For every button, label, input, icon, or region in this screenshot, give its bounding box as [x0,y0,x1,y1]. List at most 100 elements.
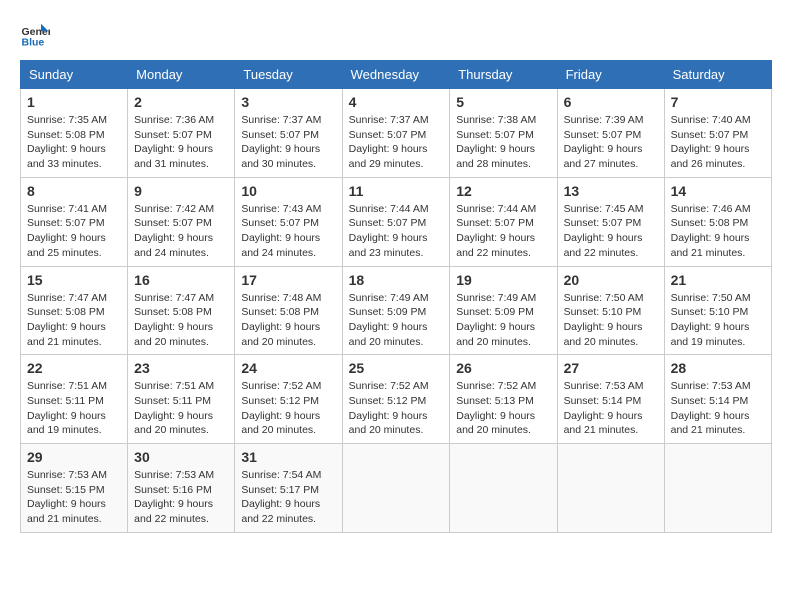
day-info: Sunrise: 7:52 AMSunset: 5:12 PMDaylight:… [349,379,444,438]
day-info: Sunrise: 7:53 AMSunset: 5:14 PMDaylight:… [564,379,658,438]
calendar-cell: 18Sunrise: 7:49 AMSunset: 5:09 PMDayligh… [342,266,450,355]
day-info: Sunrise: 7:36 AMSunset: 5:07 PMDaylight:… [134,113,228,172]
day-header-monday: Monday [128,61,235,89]
day-header-thursday: Thursday [450,61,557,89]
day-number: 15 [27,272,121,288]
day-number: 20 [564,272,658,288]
day-number: 23 [134,360,228,376]
day-info: Sunrise: 7:51 AMSunset: 5:11 PMDaylight:… [27,379,121,438]
calendar-cell: 8Sunrise: 7:41 AMSunset: 5:07 PMDaylight… [21,177,128,266]
calendar-cell: 12 Sunrise: 7:44 AMSunset: 5:07 PMDayligh… [450,177,557,266]
calendar-cell: 5 Sunrise: 7:38 AMSunset: 5:07 PMDaylight… [450,89,557,178]
day-number: 9 [134,183,228,199]
day-number: 11 [349,183,444,199]
day-number: 30 [134,449,228,465]
calendar-cell: 19 Sunrise: 7:49 AMSunset: 5:09 PMDayligh… [450,266,557,355]
calendar-week-2: 8Sunrise: 7:41 AMSunset: 5:07 PMDaylight… [21,177,772,266]
day-info: Sunrise: 7:47 AMSunset: 5:08 PMDaylight:… [134,291,228,350]
day-info: Sunrise: 7:37 AMSunset: 5:07 PMDaylight:… [349,113,444,172]
calendar-cell: 14 Sunrise: 7:46 AMSunset: 5:08 PMDayligh… [664,177,771,266]
day-info: Sunrise: 7:52 AMSunset: 5:13 PMDaylight:… [456,379,550,438]
day-info: Sunrise: 7:35 AMSunset: 5:08 PMDaylight:… [27,113,121,172]
calendar-cell: 6 Sunrise: 7:39 AMSunset: 5:07 PMDaylight… [557,89,664,178]
calendar-cell: 17 Sunrise: 7:48 AMSunset: 5:08 PMDayligh… [235,266,342,355]
calendar-week-4: 22 Sunrise: 7:51 AMSunset: 5:11 PMDayligh… [21,355,772,444]
day-number: 17 [241,272,335,288]
day-number: 7 [671,94,765,110]
day-number: 25 [349,360,444,376]
day-number: 26 [456,360,550,376]
day-info: Sunrise: 7:53 AMSunset: 5:14 PMDaylight:… [671,379,765,438]
day-info: Sunrise: 7:53 AMSunset: 5:15 PMDaylight:… [27,468,121,527]
day-number: 21 [671,272,765,288]
calendar-week-5: 29 Sunrise: 7:53 AMSunset: 5:15 PMDayligh… [21,444,772,533]
day-header-saturday: Saturday [664,61,771,89]
day-info: Sunrise: 7:51 AMSunset: 5:11 PMDaylight:… [134,379,228,438]
day-info: Sunrise: 7:50 AMSunset: 5:10 PMDaylight:… [671,291,765,350]
day-info: Sunrise: 7:37 AMSunset: 5:07 PMDaylight:… [241,113,335,172]
day-info: Sunrise: 7:49 AMSunset: 5:09 PMDaylight:… [456,291,550,350]
day-number: 2 [134,94,228,110]
day-info: Sunrise: 7:39 AMSunset: 5:07 PMDaylight:… [564,113,658,172]
calendar-cell: 7Sunrise: 7:40 AMSunset: 5:07 PMDaylight… [664,89,771,178]
calendar-cell: 29 Sunrise: 7:53 AMSunset: 5:15 PMDayligh… [21,444,128,533]
day-number: 22 [27,360,121,376]
day-info: Sunrise: 7:43 AMSunset: 5:07 PMDaylight:… [241,202,335,261]
day-info: Sunrise: 7:54 AMSunset: 5:17 PMDaylight:… [241,468,335,527]
day-header-wednesday: Wednesday [342,61,450,89]
day-number: 13 [564,183,658,199]
day-info: Sunrise: 7:53 AMSunset: 5:16 PMDaylight:… [134,468,228,527]
calendar-cell: 31 Sunrise: 7:54 AMSunset: 5:17 PMDayligh… [235,444,342,533]
calendar-table: SundayMondayTuesdayWednesdayThursdayFrid… [20,60,772,533]
calendar-cell: 11Sunrise: 7:44 AMSunset: 5:07 PMDayligh… [342,177,450,266]
calendar-cell: 9 Sunrise: 7:42 AMSunset: 5:07 PMDaylight… [128,177,235,266]
day-number: 24 [241,360,335,376]
calendar-cell: 1 Sunrise: 7:35 AMSunset: 5:08 PMDaylight… [21,89,128,178]
calendar-cell: 21 Sunrise: 7:50 AMSunset: 5:10 PMDayligh… [664,266,771,355]
day-number: 3 [241,94,335,110]
calendar-cell: 27 Sunrise: 7:53 AMSunset: 5:14 PMDayligh… [557,355,664,444]
calendar-week-1: 1 Sunrise: 7:35 AMSunset: 5:08 PMDaylight… [21,89,772,178]
svg-text:Blue: Blue [22,37,45,49]
day-number: 16 [134,272,228,288]
calendar-cell: 30 Sunrise: 7:53 AMSunset: 5:16 PMDayligh… [128,444,235,533]
day-header-friday: Friday [557,61,664,89]
calendar-cell: 25 Sunrise: 7:52 AMSunset: 5:12 PMDayligh… [342,355,450,444]
day-header-sunday: Sunday [21,61,128,89]
day-info: Sunrise: 7:47 AMSunset: 5:08 PMDaylight:… [27,291,121,350]
calendar-header-row: SundayMondayTuesdayWednesdayThursdayFrid… [21,61,772,89]
day-number: 8 [27,183,121,199]
day-number: 31 [241,449,335,465]
calendar-cell: 20 Sunrise: 7:50 AMSunset: 5:10 PMDayligh… [557,266,664,355]
day-info: Sunrise: 7:49 AMSunset: 5:09 PMDaylight:… [349,291,444,350]
day-number: 12 [456,183,550,199]
calendar-cell [557,444,664,533]
day-number: 19 [456,272,550,288]
day-number: 4 [349,94,444,110]
page-header: General Blue [20,20,772,50]
day-info: Sunrise: 7:52 AMSunset: 5:12 PMDaylight:… [241,379,335,438]
day-info: Sunrise: 7:48 AMSunset: 5:08 PMDaylight:… [241,291,335,350]
day-number: 29 [27,449,121,465]
calendar-cell: 13 Sunrise: 7:45 AMSunset: 5:07 PMDayligh… [557,177,664,266]
day-number: 1 [27,94,121,110]
day-info: Sunrise: 7:44 AMSunset: 5:07 PMDaylight:… [456,202,550,261]
calendar-cell: 26 Sunrise: 7:52 AMSunset: 5:13 PMDayligh… [450,355,557,444]
day-info: Sunrise: 7:45 AMSunset: 5:07 PMDaylight:… [564,202,658,261]
day-number: 5 [456,94,550,110]
calendar-cell [450,444,557,533]
day-info: Sunrise: 7:42 AMSunset: 5:07 PMDaylight:… [134,202,228,261]
day-number: 6 [564,94,658,110]
day-number: 10 [241,183,335,199]
day-info: Sunrise: 7:46 AMSunset: 5:08 PMDaylight:… [671,202,765,261]
day-number: 27 [564,360,658,376]
logo: General Blue [20,20,54,50]
calendar-cell: 22 Sunrise: 7:51 AMSunset: 5:11 PMDayligh… [21,355,128,444]
day-info: Sunrise: 7:38 AMSunset: 5:07 PMDaylight:… [456,113,550,172]
calendar-cell [342,444,450,533]
calendar-cell: 15 Sunrise: 7:47 AMSunset: 5:08 PMDayligh… [21,266,128,355]
day-info: Sunrise: 7:50 AMSunset: 5:10 PMDaylight:… [564,291,658,350]
calendar-week-3: 15 Sunrise: 7:47 AMSunset: 5:08 PMDayligh… [21,266,772,355]
calendar-cell: 4 Sunrise: 7:37 AMSunset: 5:07 PMDaylight… [342,89,450,178]
day-number: 14 [671,183,765,199]
